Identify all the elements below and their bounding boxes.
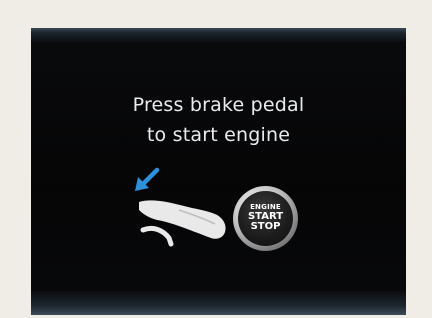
pedal-shape — [140, 225, 174, 247]
foot-shape — [139, 200, 226, 239]
button-face: ENGINE START STOP — [238, 191, 293, 246]
display-bottom-rim — [31, 291, 406, 315]
button-label-stop: STOP — [250, 221, 281, 233]
message-line-1: Press brake pedal — [132, 94, 305, 116]
message-line-2: to start engine — [146, 124, 291, 146]
engine-start-stop-button-icon: ENGINE START STOP — [233, 186, 298, 251]
page: Press brake pedal to start engine ENGINE… — [0, 0, 432, 318]
brake-pedal-icon — [135, 167, 226, 247]
instrument-display: Press brake pedal to start engine ENGINE… — [31, 28, 406, 315]
down-arrow-icon — [135, 167, 160, 191]
display-top-rim — [31, 28, 406, 42]
